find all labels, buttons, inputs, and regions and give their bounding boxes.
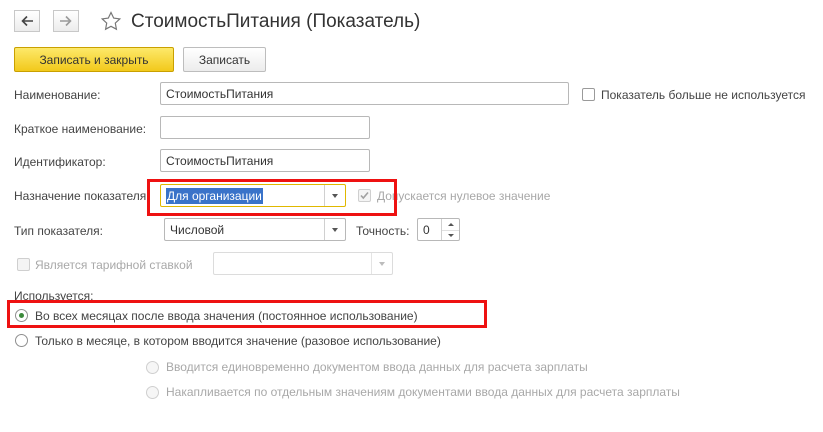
type-dropdown[interactable]: Числовой [164,218,346,241]
purpose-label: Назначение показателя: [14,189,150,203]
tariff-dropdown[interactable] [213,252,393,275]
once-option-accumulate-label: Накапливается по отдельным значениям док… [166,385,680,399]
once-radio-single[interactable] [146,361,159,374]
identifier-label: Идентификатор: [14,155,106,169]
forward-button[interactable] [53,10,79,32]
decrement-icon[interactable] [442,231,459,241]
save-and-close-button[interactable]: Записать и закрыть [14,47,174,72]
type-value: Числовой [170,222,225,237]
page-title: СтоимостьПитания (Показатель) [131,11,421,32]
precision-stepper[interactable]: 0 [417,218,460,241]
chevron-down-icon[interactable] [324,219,345,240]
usage-radio-once[interactable] [15,334,28,347]
name-field[interactable]: СтоимостьПитания [160,82,569,105]
identifier-value: СтоимостьПитания [166,153,274,168]
precision-value: 0 [423,222,430,237]
chevron-down-icon[interactable] [371,253,392,274]
not-used-checkbox[interactable] [582,88,595,101]
arrow-left-icon [21,15,33,27]
name-value: СтоимостьПитания [166,86,274,101]
identifier-field[interactable]: СтоимостьПитания [160,149,370,172]
back-button[interactable] [14,10,40,32]
increment-icon[interactable] [442,219,459,231]
type-label: Тип показателя: [14,224,103,238]
not-used-label: Показатель больше не используется [601,88,806,102]
tariff-checkbox[interactable] [17,258,30,271]
star-outline-icon [100,11,122,31]
precision-label: Точность: [356,224,410,238]
usage-option-once-label: Только в месяце, в котором вводится знач… [35,334,441,348]
highlight-box-purpose [147,179,397,216]
highlight-box-usage [7,300,487,328]
favorite-button[interactable] [100,11,122,31]
arrow-right-icon [60,15,72,27]
save-button[interactable]: Записать [183,47,266,72]
name-label: Наименование: [14,88,101,102]
short-name-field[interactable] [160,116,370,139]
zero-allowed-label: Допускается нулевое значение [377,189,551,203]
tariff-label: Является тарифной ставкой [35,258,193,272]
once-option-single-label: Вводится единовременно документом ввода … [166,360,588,374]
short-name-label: Краткое наименование: [14,122,147,136]
once-radio-accumulate[interactable] [146,386,159,399]
